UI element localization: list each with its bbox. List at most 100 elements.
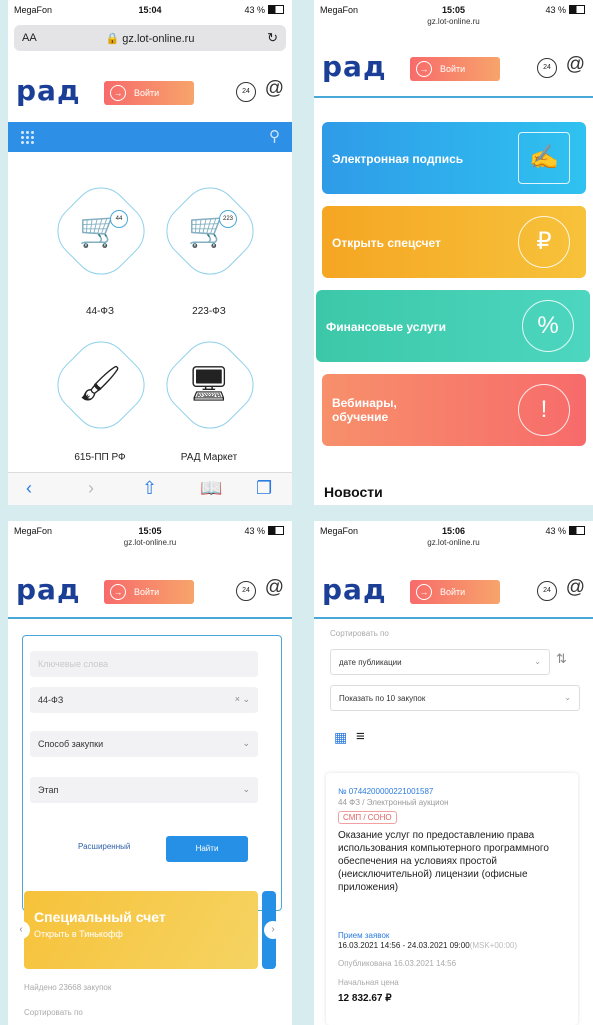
url-text: gz.lot-online.ru: [122, 33, 195, 45]
percent-ruble-icon: %: [522, 300, 574, 352]
sort-select[interactable]: дате публикации ⌄: [330, 649, 550, 675]
status-bar: MegaFon 15:05 43 %: [8, 521, 292, 539]
forward-icon[interactable]: ›: [88, 478, 94, 499]
page-size-select[interactable]: Показать по 10 закупок ⌄: [330, 685, 580, 711]
support-24-icon[interactable]: 24: [537, 581, 557, 601]
browser-toolbar: ‹ › ⇧ 📖 ❐: [8, 472, 292, 505]
applications-dates: 16.03.2021 14:56 - 24.03.2021 09:00: [338, 941, 470, 950]
menu-bar: ⚲: [8, 122, 292, 152]
battery-indicator: 43 %: [244, 526, 284, 536]
paint-roller-icon: 🖌: [78, 365, 122, 403]
ruble-icon: ₽: [518, 216, 570, 268]
url-text: gz.lot-online.ru: [427, 538, 480, 547]
logo[interactable]: рад: [16, 573, 81, 606]
list-view-icon[interactable]: ≡: [356, 728, 365, 745]
promo-banner[interactable]: Специальный счет Открыть в Тинькофф: [24, 891, 258, 969]
site-header: рад → Войти 24 @: [8, 74, 292, 108]
keywords-input[interactable]: Ключевые слова: [30, 651, 258, 677]
logo[interactable]: рад: [322, 573, 387, 606]
email-icon[interactable]: @: [265, 577, 284, 599]
email-icon[interactable]: @: [566, 577, 585, 599]
arrow-right-icon: →: [110, 85, 126, 101]
address-bar[interactable]: AA 🔒 gz.lot-online.ru ↻: [14, 25, 286, 51]
battery-indicator: 43 %: [244, 5, 284, 15]
tile-label-615pp: 615-ПП РФ: [74, 452, 126, 463]
header-divider: [314, 96, 593, 98]
carousel-prev-icon[interactable]: ‹: [12, 921, 30, 939]
screen-search-form: MegaFon 15:05 43 % gz.lot-online.ru рад …: [8, 521, 292, 1025]
screen-services: MegaFon 15:05 43 % gz.lot-online.ru рад …: [314, 0, 593, 505]
login-button[interactable]: → Войти: [410, 580, 500, 604]
email-icon[interactable]: @: [566, 54, 585, 76]
logo[interactable]: рад: [16, 74, 81, 107]
price-label: Начальная цена: [338, 978, 399, 987]
screen-home: MegaFon 15:04 43 % AA 🔒 gz.lot-online.ru…: [8, 0, 292, 505]
sort-label: Сортировать по: [330, 629, 389, 638]
chevron-down-icon: ⌄: [242, 784, 250, 794]
card-e-signature[interactable]: Электронная подпись ✍: [322, 122, 586, 194]
login-button[interactable]: → Войти: [410, 57, 500, 81]
lock-icon: 🔒: [105, 33, 120, 45]
chevron-down-icon: ⌄: [534, 657, 541, 666]
law-select[interactable]: 44-ФЗ × ⌄: [30, 687, 258, 713]
card-webinars[interactable]: Вебинары, обучение !: [322, 374, 586, 446]
tile-label-rad-market: РАД Маркет: [180, 452, 238, 463]
chevron-down-icon: ⌄: [242, 738, 250, 748]
battery-indicator: 43 %: [545, 526, 585, 536]
login-button[interactable]: → Войти: [104, 81, 194, 105]
site-header: рад → Войти 24 @: [314, 50, 593, 84]
results-count: Найдено 23668 закупок: [24, 983, 112, 992]
sort-label: Сортировать по: [24, 1008, 83, 1017]
status-bar: MegaFon 15:06 43 %: [314, 521, 593, 539]
sort-order-icon[interactable]: ⇅: [556, 651, 567, 667]
logo[interactable]: рад: [322, 50, 387, 83]
badge-223: 223: [219, 210, 237, 228]
timezone: (MSK+00:00): [469, 941, 518, 950]
support-24-icon[interactable]: 24: [236, 581, 256, 601]
head-idea-icon: !: [518, 384, 570, 436]
card-special-account[interactable]: Открыть спецсчет ₽: [322, 206, 586, 278]
email-icon[interactable]: @: [265, 78, 284, 100]
procurement-number-link[interactable]: № 0744200000221001587: [338, 787, 433, 796]
price-value: 12 832.67 ₽: [338, 993, 392, 1004]
published-date: Опубликована 16.03.2021 14:56: [338, 959, 457, 968]
login-button[interactable]: → Войти: [104, 580, 194, 604]
support-24-icon[interactable]: 24: [537, 58, 557, 78]
search-icon[interactable]: ⚲: [269, 127, 280, 145]
menu-grid-icon[interactable]: [20, 130, 34, 144]
status-badge: СМП / СОНО: [338, 811, 397, 824]
header-divider: [8, 617, 292, 619]
back-icon[interactable]: ‹: [26, 478, 32, 499]
status-bar: MegaFon 15:04 43 %: [8, 0, 292, 18]
status-bar: MegaFon 15:05 43 %: [314, 0, 593, 18]
bookmarks-icon[interactable]: 📖: [200, 478, 222, 499]
arrow-right-icon: →: [110, 584, 126, 600]
tile-label-223fz: 223-ФЗ: [192, 306, 226, 317]
news-heading: Новости: [324, 484, 383, 500]
method-select[interactable]: Способ закупки ⌄: [30, 731, 258, 757]
share-icon[interactable]: ⇧: [142, 478, 157, 499]
chevron-down-icon: ⌄: [564, 693, 571, 702]
cart-icon: 🛒: [187, 211, 231, 249]
signature-monitor-icon: ✍: [518, 132, 570, 184]
screen-results: MegaFon 15:06 43 % gz.lot-online.ru рад …: [314, 521, 593, 1025]
advanced-search-link[interactable]: Расширенный: [78, 842, 130, 851]
grid-view-icon[interactable]: ▦: [334, 729, 347, 746]
tile-label-44fz: 44-ФЗ: [85, 306, 115, 317]
site-header: рад → Войти 24 @: [8, 573, 292, 607]
carousel-next-icon[interactable]: ›: [264, 921, 282, 939]
reload-icon[interactable]: ↻: [267, 30, 278, 46]
stage-select[interactable]: Этап ⌄: [30, 777, 258, 803]
support-24-icon[interactable]: 24: [236, 82, 256, 102]
clear-chevron-icon[interactable]: × ⌄: [235, 694, 250, 705]
site-header: рад → Войти 24 @: [314, 573, 593, 607]
header-divider: [314, 617, 593, 619]
arrow-right-icon: →: [416, 61, 432, 77]
computer-icon: 🖥: [187, 365, 231, 403]
find-button[interactable]: Найти: [166, 836, 248, 862]
procurement-law: 44 ФЗ / Электронный аукцион: [338, 798, 449, 807]
tabs-icon[interactable]: ❐: [256, 478, 272, 499]
card-financial-services[interactable]: Финансовые услуги %: [316, 290, 590, 362]
procurement-title: Оказание услуг по предоставлению права и…: [338, 830, 549, 893]
procurement-card[interactable]: № 0744200000221001587 44 ФЗ / Электронны…: [326, 773, 578, 1025]
